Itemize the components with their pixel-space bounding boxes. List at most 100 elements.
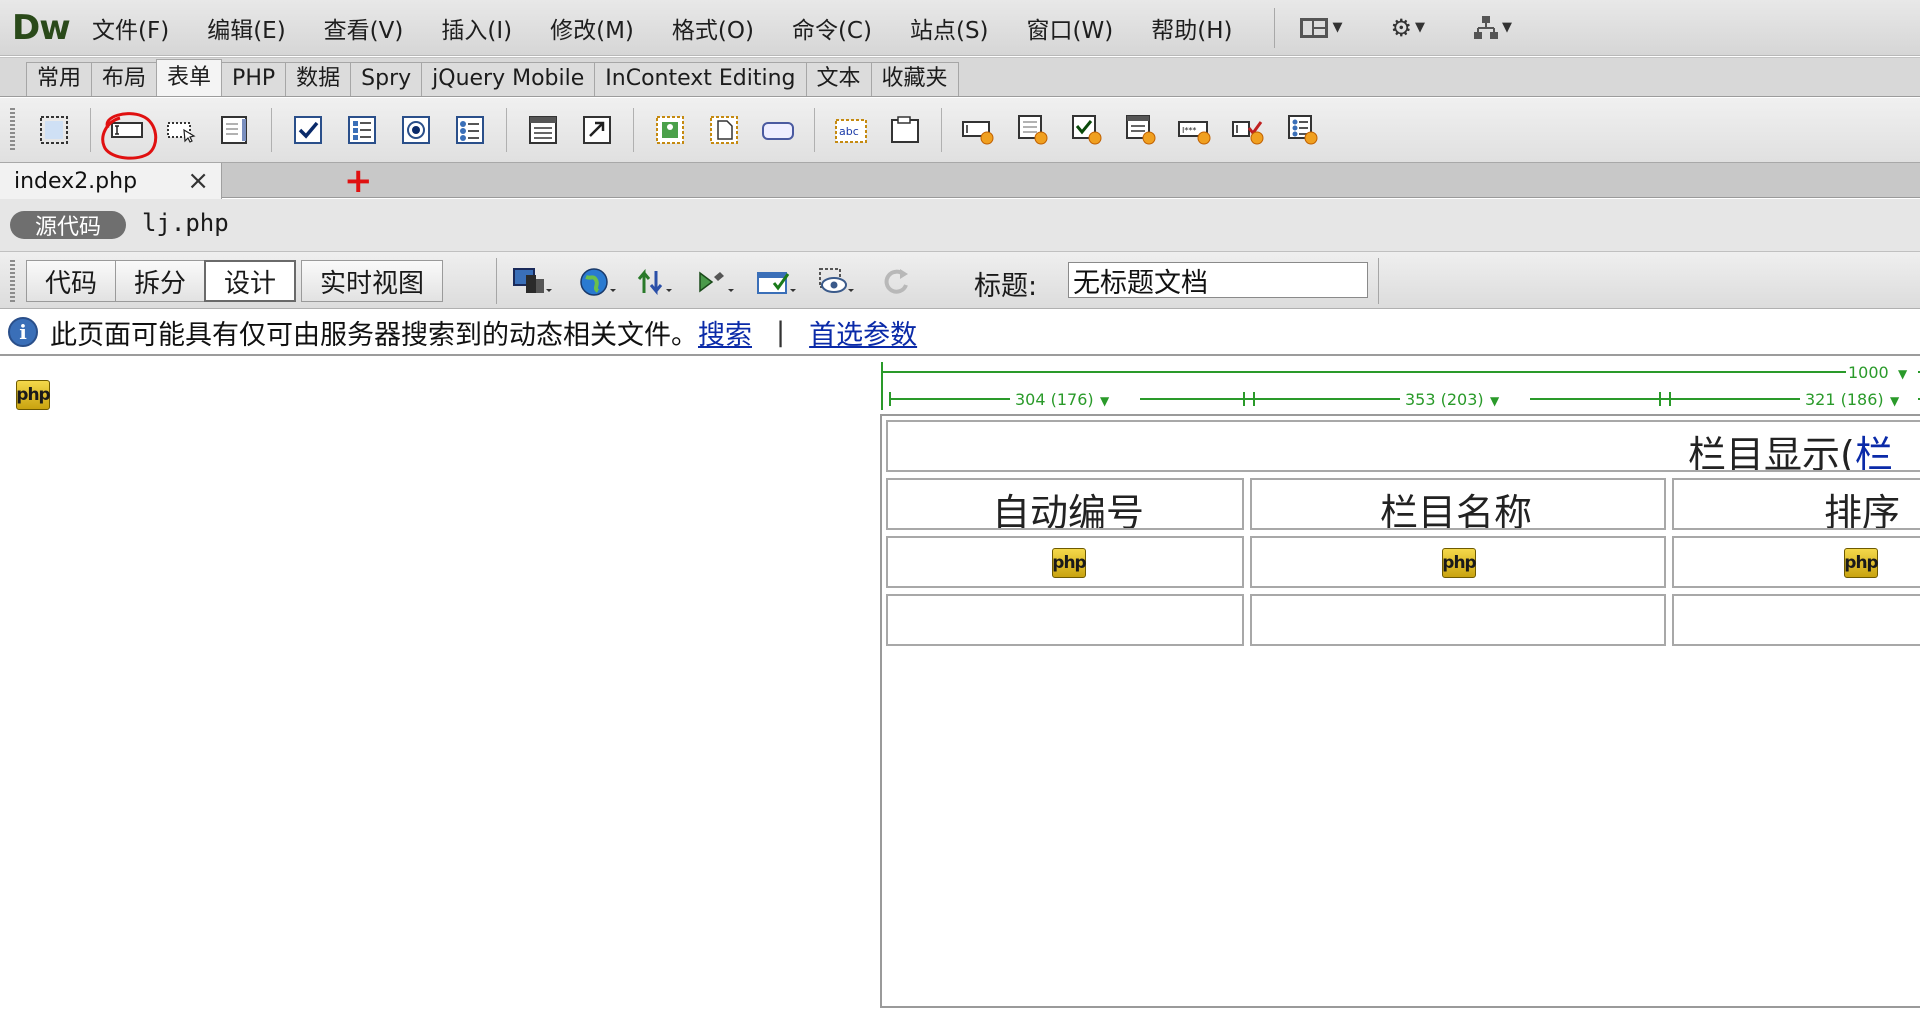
menu-help[interactable]: 帮助(H)	[1151, 11, 1232, 45]
layout-icon	[1300, 17, 1329, 38]
table-width-ruler: 1000 ▼ 304 (176) ▼ 353 (203) ▼ 321 (186)…	[881, 360, 1920, 410]
multiscreen-icon[interactable]	[512, 265, 554, 299]
spry-text-field-icon[interactable]	[960, 113, 996, 147]
design-canvas[interactable]: php 1000 ▼ 304 (176) ▼ 353 (203) ▼ 321 (…	[0, 358, 1920, 1024]
document-toolbar: 代码 拆分 设计 实时视图 标题:	[0, 251, 1920, 309]
header-category-name: 栏目名称	[1380, 491, 1533, 530]
layout-switcher-button[interactable]: ▼	[1299, 16, 1342, 40]
fieldset-icon[interactable]	[887, 113, 923, 147]
view-switcher: 代码 拆分 设计 实时视图	[26, 260, 444, 302]
table-data-cell[interactable]: php	[1250, 536, 1666, 588]
search-link[interactable]: 搜索	[698, 313, 752, 352]
button-icon[interactable]	[760, 113, 796, 147]
toolbar-grip[interactable]	[10, 260, 15, 302]
close-icon[interactable]: ×	[187, 166, 209, 196]
menu-edit[interactable]: 编辑(E)	[207, 11, 285, 45]
spry-textarea-icon[interactable]	[1014, 113, 1050, 147]
form-icon[interactable]	[36, 113, 72, 147]
checkbox-icon[interactable]	[290, 113, 326, 147]
tab-forms[interactable]: 表单	[156, 59, 223, 96]
table-data-cell[interactable]: php	[1672, 536, 1920, 588]
tab-common[interactable]: 常用	[26, 62, 93, 96]
label-icon[interactable]: abc	[833, 113, 869, 147]
radio-icon[interactable]	[398, 113, 434, 147]
menu-site[interactable]: 站点(S)	[910, 11, 989, 45]
table-empty-cell[interactable]	[1672, 594, 1920, 646]
menu-commands[interactable]: 命令(C)	[792, 11, 872, 45]
site-icon	[1473, 15, 1498, 39]
preferences-link[interactable]: 首选参数	[809, 313, 917, 352]
spry-select-icon[interactable]	[1122, 113, 1158, 147]
menu-bar: Dw 文件(F) 编辑(E) 查看(V) 插入(I) 修改(M) 格式(O) 命…	[0, 0, 1920, 56]
table-empty-cell[interactable]	[886, 594, 1244, 646]
related-files-bar: 源代码 lj.php	[0, 199, 1920, 251]
browser-preview-icon[interactable]	[578, 265, 620, 299]
hidden-field-icon[interactable]	[163, 113, 199, 147]
table-caption-link[interactable]: 栏	[1855, 433, 1893, 470]
tab-php[interactable]: PHP	[221, 62, 287, 96]
tab-text[interactable]: 文本	[805, 62, 872, 96]
image-field-icon[interactable]	[652, 113, 688, 147]
tab-favorites[interactable]: 收藏夹	[870, 62, 959, 96]
header-sort-order: 排序	[1824, 491, 1901, 530]
php-code-marker[interactable]: php	[1052, 548, 1087, 578]
spry-confirm-icon[interactable]	[1230, 113, 1266, 147]
live-view-button[interactable]: 实时视图	[301, 260, 444, 302]
menu-file[interactable]: 文件(F)	[92, 11, 169, 45]
extensions-button[interactable]: ⚙ ▼	[1390, 14, 1425, 42]
document-title-input[interactable]	[1068, 262, 1368, 298]
category-table[interactable]: 栏目显示(栏 自动编号 栏目名称 排序 php php php	[880, 414, 1920, 1008]
spry-radio-group-icon[interactable]	[1284, 113, 1320, 147]
table-data-cell[interactable]: php	[886, 536, 1244, 588]
source-code-button[interactable]: 源代码	[10, 211, 126, 240]
app-logo: Dw	[12, 7, 71, 48]
spry-checkbox-icon[interactable]	[1068, 113, 1104, 147]
checkbox-group-icon[interactable]	[344, 113, 380, 147]
split-view-button[interactable]: 拆分	[115, 260, 206, 302]
table-caption-cell[interactable]: 栏目显示(栏	[886, 420, 1920, 472]
php-code-marker[interactable]: php	[1844, 548, 1879, 578]
table-empty-cell[interactable]	[1250, 594, 1666, 646]
jump-menu-icon[interactable]	[579, 113, 615, 147]
site-button[interactable]: ▼	[1473, 15, 1512, 41]
menu-format[interactable]: 格式(O)	[672, 11, 754, 45]
related-file-link[interactable]: lj.php	[142, 209, 229, 237]
tab-layout[interactable]: 布局	[91, 62, 158, 96]
svg-text:▼: ▼	[1898, 367, 1908, 381]
svg-text:▼: ▼	[1100, 394, 1110, 408]
visual-aids-icon[interactable]	[816, 265, 858, 299]
tab-jquery-mobile[interactable]: jQuery Mobile	[421, 62, 596, 96]
menu-window[interactable]: 窗口(W)	[1027, 11, 1114, 45]
code-view-button[interactable]: 代码	[26, 260, 117, 302]
tab-data[interactable]: 数据	[285, 62, 352, 96]
spry-password-icon[interactable]: I***	[1176, 113, 1212, 147]
gear-icon: ⚙	[1390, 13, 1412, 42]
tab-incontext-editing[interactable]: InContext Editing	[594, 62, 807, 96]
textarea-icon[interactable]	[217, 113, 253, 147]
document-tab[interactable]: index2.php ×	[0, 163, 222, 199]
live-code-icon[interactable]	[696, 265, 738, 299]
w3c-validation-icon[interactable]	[756, 265, 798, 299]
menu-view[interactable]: 查看(V)	[324, 11, 404, 45]
table-header-cell[interactable]: 排序	[1672, 478, 1920, 530]
table-header-cell[interactable]: 栏目名称	[1250, 478, 1666, 530]
plus-icon[interactable]: +	[344, 161, 373, 201]
php-code-marker[interactable]: php	[16, 380, 51, 410]
php-code-marker[interactable]: php	[1442, 548, 1477, 578]
insert-toolbar: abc I***	[0, 98, 1920, 162]
tab-spry[interactable]: Spry	[350, 62, 423, 96]
refresh-icon[interactable]	[878, 265, 920, 299]
menu-modify[interactable]: 修改(M)	[550, 11, 634, 45]
text-field-icon[interactable]	[109, 113, 145, 147]
file-field-icon[interactable]	[706, 113, 742, 147]
menu-insert[interactable]: 插入(I)	[441, 11, 512, 45]
toolbar-grip[interactable]	[10, 108, 15, 152]
design-view-button[interactable]: 设计	[204, 260, 297, 302]
file-management-icon[interactable]	[636, 265, 678, 299]
radio-group-icon[interactable]	[452, 113, 488, 147]
table-header-cell[interactable]: 自动编号	[886, 478, 1244, 530]
ruler-col2-width: 353 (203)	[1405, 390, 1484, 409]
dreamweaver-window: Dw 文件(F) 编辑(E) 查看(V) 插入(I) 修改(M) 格式(O) 命…	[0, 0, 1920, 1024]
select-list-icon[interactable]	[525, 113, 561, 147]
svg-text:I***: I***	[1182, 126, 1196, 135]
